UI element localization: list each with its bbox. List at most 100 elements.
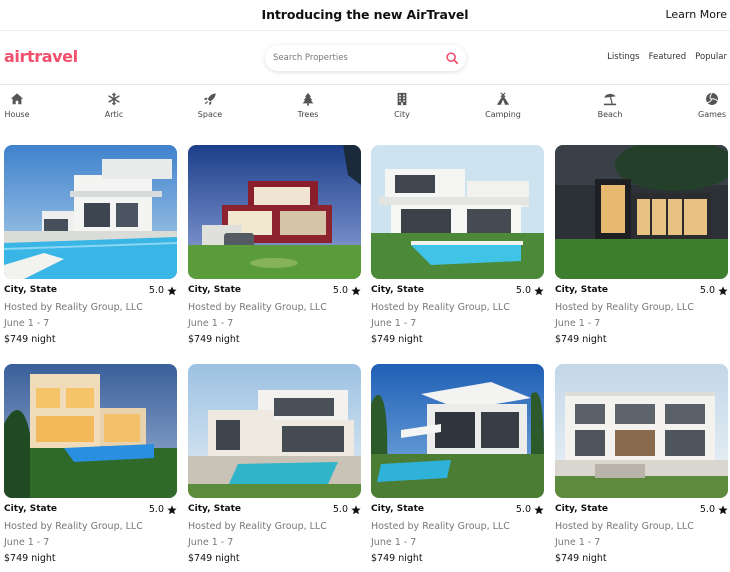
category-label: Camping	[485, 110, 521, 119]
category-label: Artic	[104, 110, 124, 119]
listing-card[interactable]: City, State 5.0 Hosted by Reality Group,…	[188, 145, 361, 345]
listing-dates: June 1 - 7	[188, 318, 234, 329]
logo[interactable]: airtravel	[4, 47, 78, 66]
listing-card[interactable]: City, State 5.0 Hosted by Reality Group,…	[371, 145, 544, 345]
tent-icon	[496, 92, 510, 105]
listing-dates: June 1 - 7	[555, 537, 601, 548]
listing-rating: 5.0	[149, 285, 177, 296]
listing-host: Hosted by Reality Group, LLC	[188, 302, 327, 313]
listing-host: Hosted by Reality Group, LLC	[371, 521, 510, 532]
building-icon	[397, 92, 407, 106]
category-camping[interactable]: Camping	[473, 92, 533, 119]
listing-card[interactable]: City, State 5.0 Hosted by Reality Group,…	[555, 145, 728, 345]
listing-rating: 5.0	[700, 285, 728, 296]
listing-location: City, State	[4, 285, 57, 295]
category-label: House	[4, 110, 30, 119]
listing-photo[interactable]	[555, 364, 728, 498]
listing-location: City, State	[371, 504, 424, 514]
announcement-bar: Introducing the new AirTravel Learn More	[0, 0, 730, 31]
category-space[interactable]: Space	[180, 92, 240, 119]
category-city[interactable]: City	[372, 92, 432, 119]
listing-price: $749 night	[4, 334, 56, 345]
listing-card[interactable]: City, State 5.0 Hosted by Reality Group,…	[188, 364, 361, 564]
listing-price: $749 night	[555, 553, 607, 564]
category-games[interactable]: Games	[682, 92, 730, 119]
listing-dates: June 1 - 7	[371, 537, 417, 548]
listing-host: Hosted by Reality Group, LLC	[4, 302, 143, 313]
star-icon	[534, 504, 544, 514]
listing-photo[interactable]	[555, 145, 728, 279]
volleyball-icon	[706, 93, 718, 105]
listing-price: $749 night	[555, 334, 607, 345]
category-label: Space	[197, 110, 223, 119]
listing-price: $749 night	[4, 553, 56, 564]
listing-card[interactable]: City, State 5.0 Hosted by Reality Group,…	[371, 364, 544, 564]
listing-photo[interactable]	[188, 364, 361, 498]
listing-card[interactable]: City, State 5.0 Hosted by Reality Group,…	[555, 364, 728, 564]
listing-price: $749 night	[371, 334, 423, 345]
category-label: Beach	[597, 110, 623, 119]
listing-photo[interactable]	[4, 145, 177, 279]
announcement-title: Introducing the new AirTravel	[261, 7, 469, 22]
listing-host: Hosted by Reality Group, LLC	[188, 521, 327, 532]
search-input[interactable]	[265, 45, 441, 71]
learn-more-link[interactable]: Learn More	[665, 8, 727, 21]
listing-dates: June 1 - 7	[188, 537, 234, 548]
category-beach[interactable]: Beach	[580, 92, 640, 119]
star-icon	[718, 285, 728, 295]
rating-value: 5.0	[332, 285, 348, 296]
star-icon	[351, 504, 361, 514]
category-label: Games	[698, 110, 726, 119]
listing-dates: June 1 - 7	[4, 318, 50, 329]
listing-rating: 5.0	[700, 504, 728, 515]
listing-location: City, State	[188, 504, 241, 514]
listing-price: $749 night	[188, 553, 240, 564]
listing-location: City, State	[371, 285, 424, 295]
listing-location: City, State	[555, 504, 608, 514]
nav-popular[interactable]: Popular	[695, 52, 727, 62]
listing-photo[interactable]	[371, 364, 544, 498]
listing-price: $749 night	[188, 334, 240, 345]
search-bar	[265, 45, 466, 71]
rating-value: 5.0	[148, 504, 164, 515]
house-icon	[10, 93, 24, 105]
main-nav: Listings Featured Popular	[607, 52, 727, 62]
snowflake-icon	[108, 92, 120, 106]
listing-host: Hosted by Reality Group, LLC	[555, 521, 694, 532]
listing-host: Hosted by Reality Group, LLC	[371, 302, 510, 313]
category-bar: House Artic Space Trees City Camping Bea…	[0, 92, 730, 128]
star-icon	[534, 285, 544, 295]
listing-rating: 5.0	[516, 504, 544, 515]
listing-location: City, State	[555, 285, 608, 295]
listing-card[interactable]: City, State 5.0 Hosted by Reality Group,…	[4, 145, 177, 345]
category-label: Trees	[297, 110, 319, 119]
star-icon	[167, 285, 177, 295]
listing-dates: June 1 - 7	[371, 318, 417, 329]
listing-photo[interactable]	[188, 145, 361, 279]
search-icon[interactable]	[445, 51, 459, 65]
category-artic[interactable]: Artic	[84, 92, 144, 119]
listing-location: City, State	[188, 285, 241, 295]
nav-featured[interactable]: Featured	[649, 52, 687, 62]
listing-rating: 5.0	[149, 504, 177, 515]
listing-photo[interactable]	[4, 364, 177, 498]
listing-card[interactable]: City, State 5.0 Hosted by Reality Group,…	[4, 364, 177, 564]
umbrella-beach-icon	[603, 93, 617, 106]
star-icon	[167, 504, 177, 514]
listing-rating: 5.0	[333, 285, 361, 296]
star-icon	[718, 504, 728, 514]
listing-photo[interactable]	[371, 145, 544, 279]
rating-value: 5.0	[515, 504, 531, 515]
listing-dates: June 1 - 7	[4, 537, 50, 548]
rating-value: 5.0	[699, 504, 715, 515]
listing-host: Hosted by Reality Group, LLC	[4, 521, 143, 532]
rating-value: 5.0	[699, 285, 715, 296]
nav-listings[interactable]: Listings	[607, 52, 639, 62]
rating-value: 5.0	[332, 504, 348, 515]
tree-icon	[302, 92, 314, 106]
category-trees[interactable]: Trees	[278, 92, 338, 119]
category-house[interactable]: House	[0, 92, 47, 119]
listing-location: City, State	[4, 504, 57, 514]
rating-value: 5.0	[148, 285, 164, 296]
listing-dates: June 1 - 7	[555, 318, 601, 329]
